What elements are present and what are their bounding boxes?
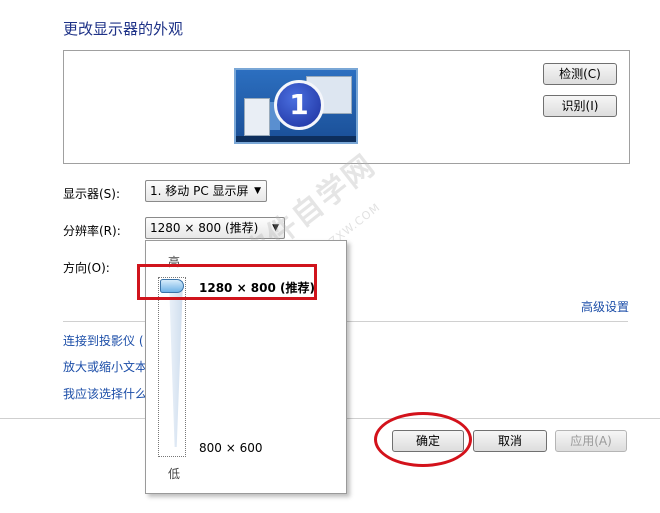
window-thumbnail-icon xyxy=(244,98,270,136)
min-resolution-option[interactable]: 800 × 600 xyxy=(199,441,263,455)
advanced-settings-link[interactable]: 高级设置 xyxy=(581,298,629,315)
display-help-link[interactable]: 我应该选择什么 xyxy=(63,385,147,402)
cancel-button[interactable]: 取消 xyxy=(473,430,547,452)
resolution-label: 分辨率(R): xyxy=(63,224,121,238)
low-label: 低 xyxy=(168,467,181,481)
apply-button[interactable]: 应用(A) xyxy=(555,430,627,452)
highlight-box-annotation xyxy=(137,264,317,300)
monitor-number-badge: 1 xyxy=(274,80,324,130)
orientation-label: 方向(O): xyxy=(63,261,110,275)
taskbar-thumbnail xyxy=(236,136,356,142)
display-label: 显示器(S): xyxy=(63,187,121,201)
display-select[interactable]: 1. 移动 PC 显示屏 ▼ xyxy=(145,180,267,202)
display-select-value: 1. 移动 PC 显示屏 xyxy=(150,184,249,198)
detect-button[interactable]: 检测(C) xyxy=(543,63,617,85)
resolution-select-value: 1280 × 800 (推荐) xyxy=(150,221,259,235)
display-preview-panel: 1 检测(C) 识别(I) xyxy=(63,50,630,164)
identify-button[interactable]: 识别(I) xyxy=(543,95,617,117)
text-size-link[interactable]: 放大或缩小文本 xyxy=(63,358,147,375)
highlight-ellipse-annotation xyxy=(374,412,472,467)
chevron-down-icon: ▼ xyxy=(272,223,279,233)
resolution-select[interactable]: 1280 × 800 (推荐) ▼ xyxy=(145,217,285,239)
chevron-down-icon: ▼ xyxy=(254,186,261,196)
monitor-1-icon[interactable]: 1 xyxy=(234,68,358,144)
page-title: 更改显示器的外观 xyxy=(63,20,184,38)
connect-projector-link[interactable]: 连接到投影仪 ( xyxy=(63,332,144,349)
